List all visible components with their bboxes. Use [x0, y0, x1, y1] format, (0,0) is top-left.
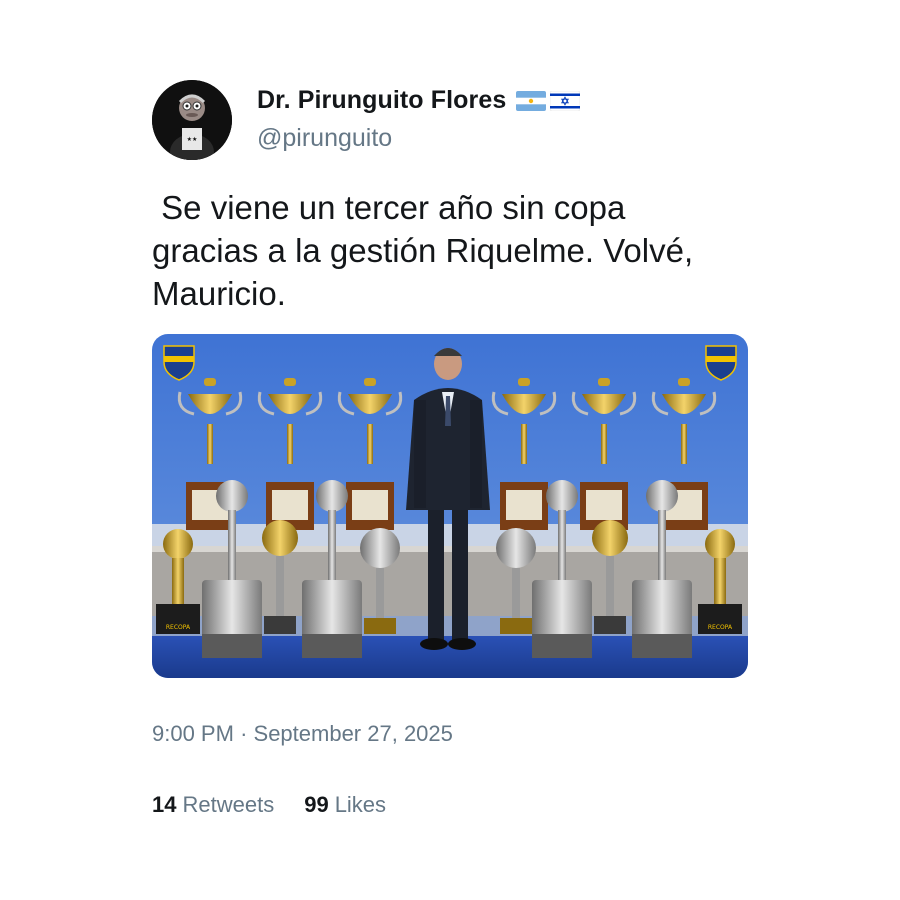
tweet-card: ★★ Dr. Pirunguito Flores @pirunguito Se … [0, 0, 900, 900]
name-row: Dr. Pirunguito Flores [257, 86, 581, 115]
israel-flag-icon [550, 90, 581, 111]
tweet-time: 9:00 PM [152, 721, 234, 746]
tweet-stats: 14 Retweets 99 Likes [152, 792, 386, 818]
svg-text:RECOPA: RECOPA [708, 624, 733, 631]
svg-text:RECOPA: RECOPA [166, 624, 191, 631]
tweet-media[interactable]: RECOPA RECOPA [152, 334, 748, 678]
svg-text:★★: ★★ [187, 136, 198, 143]
argentina-flag-icon [516, 90, 547, 111]
trophies-photo: RECOPA RECOPA [152, 334, 748, 678]
likes-label: Likes [334, 792, 387, 817]
tweet-date: September 27, 2025 [253, 721, 453, 746]
avatar[interactable]: ★★ [152, 80, 232, 160]
tweet-text: Se viene un tercer año sin copa gracias … [152, 189, 694, 312]
retweets-count: 14 [152, 792, 177, 817]
likes-count: 99 [304, 792, 329, 817]
avatar-image: ★★ [152, 80, 232, 160]
top-trophies-right [491, 378, 717, 530]
retweets-stat[interactable]: 14 Retweets [152, 792, 274, 818]
top-trophies-left [177, 378, 403, 530]
likes-stat[interactable]: 99 Likes [304, 792, 386, 818]
retweets-label: Retweets [182, 792, 275, 817]
timestamp-separator: · [240, 721, 248, 746]
display-name[interactable]: Dr. Pirunguito Flores [257, 86, 506, 115]
user-handle[interactable]: @pirunguito [257, 124, 392, 153]
tweet-timestamp[interactable]: 9:00 PM · September 27, 2025 [152, 721, 453, 747]
flags [516, 90, 581, 111]
